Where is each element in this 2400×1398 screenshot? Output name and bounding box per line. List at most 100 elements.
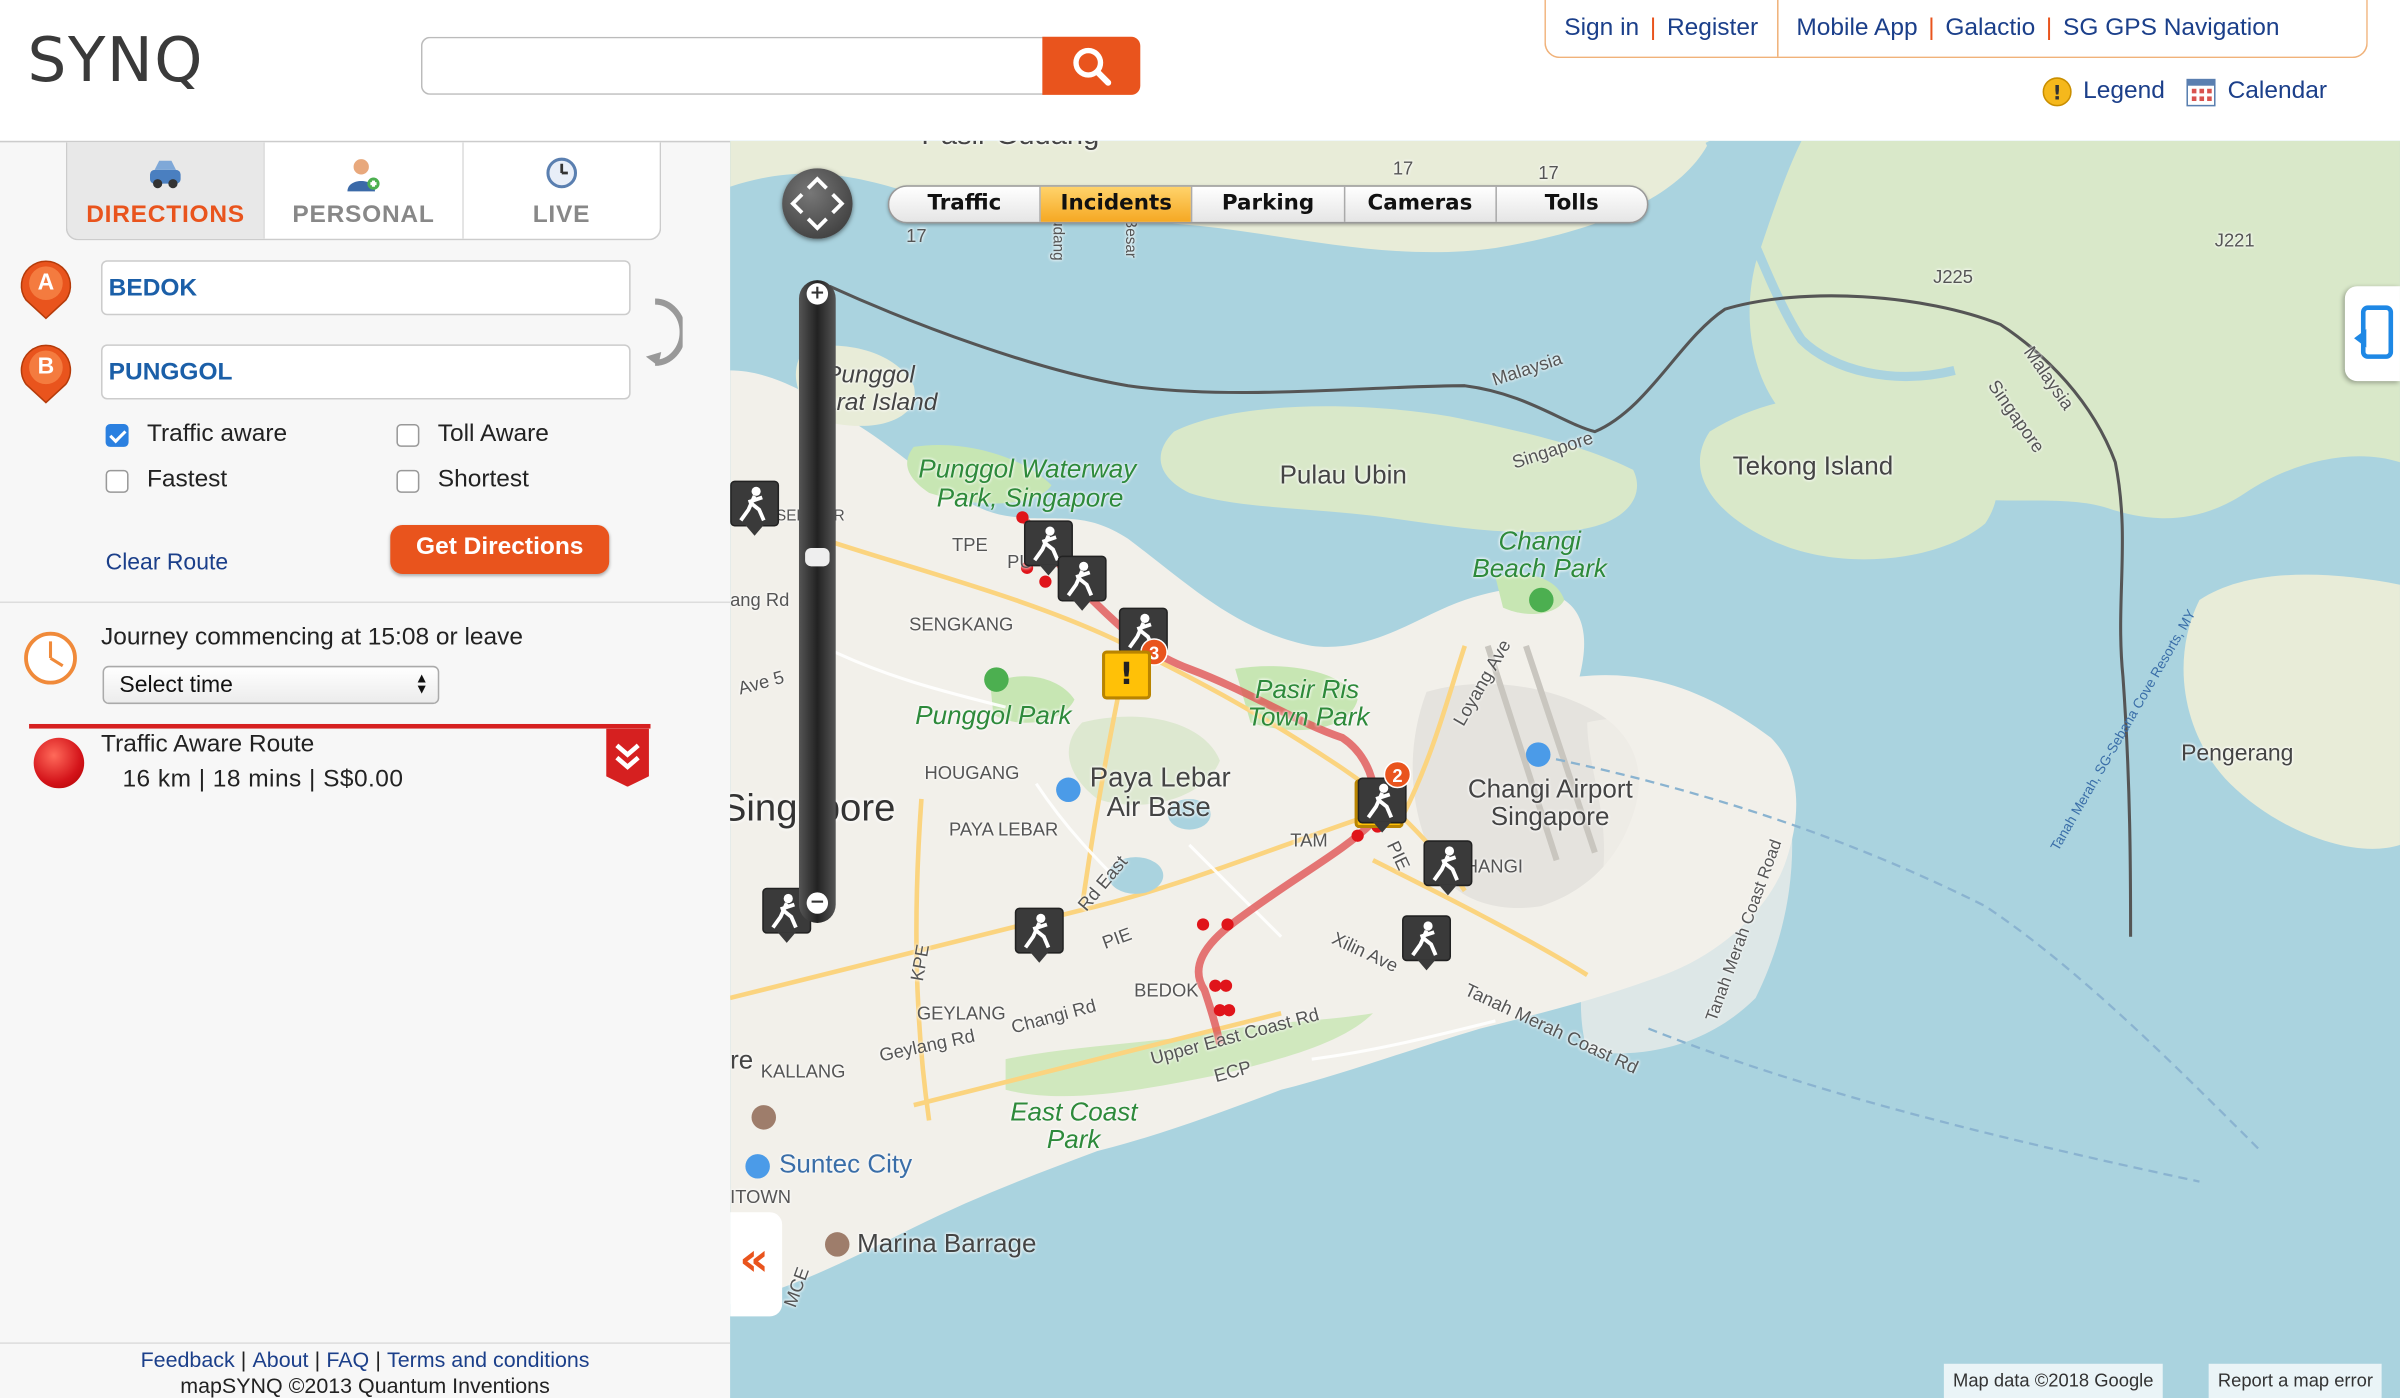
person-icon [348, 159, 381, 192]
option-shortest[interactable]: Shortest [396, 467, 529, 495]
logo-synq-text: SYNQ [27, 26, 204, 97]
panel-divider [0, 601, 731, 604]
faq-link[interactable]: FAQ [326, 1347, 369, 1371]
destination-letter: B [37, 353, 55, 380]
layer-parking-button[interactable]: Parking [1193, 186, 1345, 222]
toll-aware-checkbox[interactable] [396, 423, 420, 447]
chevron-double-left-icon: « [739, 1233, 769, 1288]
roadwork-icon [739, 486, 766, 522]
feedback-link[interactable]: Feedback [141, 1347, 235, 1371]
tab-directions-label: DIRECTIONS [86, 202, 245, 229]
logo[interactable]: mapSYNQ [28, 31, 2400, 1398]
about-link[interactable]: About [253, 1347, 309, 1371]
report-map-error-link[interactable]: Report a map error [2208, 1363, 2383, 1398]
landmark-poi-icon[interactable] [745, 1154, 770, 1179]
landmark-poi-icon[interactable] [824, 1232, 850, 1257]
airport-poi-icon[interactable] [1056, 777, 1081, 803]
map-view[interactable]: Pasir Gudang 17 17 17 Gudang Besar J221 … [730, 140, 2400, 1398]
zoom-out-button[interactable]: − [806, 892, 829, 914]
origin-input[interactable]: BEDOK [101, 260, 631, 316]
option-fastest[interactable]: Fastest [105, 467, 227, 495]
incident-marker[interactable]: ! [1102, 650, 1152, 700]
warning-icon: ! [2042, 77, 2072, 107]
get-directions-button[interactable]: Get Directions [390, 524, 610, 574]
time-select[interactable]: Select time ▲ ▼ [102, 665, 440, 705]
phone-icon [2354, 305, 2394, 359]
legend-link[interactable]: ! Legend [2042, 77, 2165, 108]
calendar-icon [2187, 78, 2217, 107]
pan-control[interactable] [782, 168, 853, 239]
traffic-aware-checkbox[interactable] [105, 423, 129, 447]
copyright: mapSYNQ ©2013 Quantum Inventions [180, 1372, 550, 1398]
tab-directions[interactable]: DIRECTIONS [67, 142, 266, 239]
search-bar [420, 36, 1141, 95]
route-title[interactable]: Traffic Aware Route [101, 732, 314, 760]
time-select-value: Select time [119, 671, 233, 698]
search-button[interactable] [1042, 36, 1141, 95]
tab-live[interactable]: LIVE [463, 142, 659, 238]
terms-link[interactable]: Terms and conditions [387, 1347, 589, 1371]
airport-poi-icon[interactable] [1526, 742, 1551, 767]
search-icon [1073, 47, 1112, 86]
park-poi-icon[interactable] [1529, 587, 1554, 613]
landmark-poi-icon[interactable] [751, 1105, 777, 1130]
roadwork-icon [1023, 913, 1051, 949]
roadwork-marker[interactable] [1014, 907, 1064, 963]
destination-pin: B [11, 335, 81, 405]
marker-count-badge: 2 [1383, 760, 1412, 789]
route-expand-button[interactable] [606, 728, 649, 787]
option-toll-aware[interactable]: Toll Aware [396, 421, 549, 449]
sg-gps-link[interactable]: SG GPS Navigation [2063, 15, 2279, 43]
svg-text:!: ! [2053, 81, 2062, 104]
clear-route-link[interactable]: Clear Route [106, 549, 229, 575]
layer-incidents-button[interactable]: Incidents [1041, 186, 1193, 222]
roadwork-marker[interactable] [1057, 555, 1107, 611]
origin-letter: A [37, 269, 55, 296]
tab-personal-label: PERSONAL [292, 202, 435, 229]
option-traffic-aware[interactable]: Traffic aware [105, 420, 288, 449]
search-input[interactable] [420, 36, 1046, 95]
origin-pin: A [11, 251, 81, 321]
zoom-slider[interactable] [798, 280, 836, 923]
zoom-slider-thumb[interactable] [805, 547, 830, 567]
car-icon [150, 160, 181, 189]
galactio-link[interactable]: Galactio [1945, 15, 2035, 43]
shortest-checkbox[interactable] [396, 469, 420, 493]
roadwork-icon [1411, 921, 1438, 957]
top-nav: Sign in | Register Mobile App | Galactio… [1544, 0, 2368, 59]
select-arrows-icon: ▲ ▼ [414, 670, 429, 697]
route-meta: 16 km | 18 mins | S$0.00 [122, 766, 404, 793]
calendar-link[interactable]: Calendar [2186, 77, 2327, 108]
journey-clock-icon [24, 631, 77, 685]
toll-aware-label: Toll Aware [437, 420, 549, 447]
shortest-label: Shortest [437, 466, 529, 493]
zoom-in-button[interactable]: + [806, 282, 829, 305]
roadwork-marker[interactable] [1423, 840, 1473, 896]
footer-links: Feedback | About | FAQ | Terms and conditions [0, 1342, 731, 1371]
pan-arrows-icon [790, 176, 845, 231]
mobile-app-link[interactable]: Mobile App [1796, 15, 1917, 43]
layer-tolls-button[interactable]: Tolls [1497, 187, 1647, 222]
roadwork-icon [1066, 561, 1094, 597]
fastest-checkbox[interactable] [105, 469, 129, 493]
map-layer-bar: Traffic Incidents Parking Cameras Tolls [887, 185, 1649, 224]
swap-icon[interactable] [643, 295, 683, 368]
sign-in-link[interactable]: Sign in [1564, 15, 1639, 43]
park-poi-icon[interactable] [984, 667, 1009, 692]
layer-traffic-button[interactable]: Traffic [889, 186, 1042, 222]
register-link[interactable]: Register [1667, 15, 1758, 43]
directions-panel: DIRECTIONS PERSONAL LIVE A BEDOK B PUNGG… [0, 140, 731, 1398]
roadwork-marker[interactable] [1402, 915, 1452, 971]
panel-tabs: DIRECTIONS PERSONAL LIVE [65, 142, 662, 241]
map-attribution: Map data ©2018 Google [1943, 1363, 2163, 1398]
collapse-panel-button[interactable]: « [730, 1212, 783, 1317]
layer-cameras-button[interactable]: Cameras [1345, 186, 1497, 222]
roadwork-marker[interactable] [730, 480, 780, 536]
legend-calendar-row: ! Legend Calendar [2042, 77, 2349, 108]
journey-label: Journey commencing at 15:08 or leave [101, 624, 524, 651]
mobile-app-handle[interactable] [2344, 286, 2400, 382]
tab-personal[interactable]: PERSONAL [265, 142, 464, 239]
route-dot-icon [33, 737, 85, 789]
destination-input[interactable]: PUNGGOL [101, 344, 631, 400]
traffic-aware-label: Traffic aware [146, 420, 288, 447]
